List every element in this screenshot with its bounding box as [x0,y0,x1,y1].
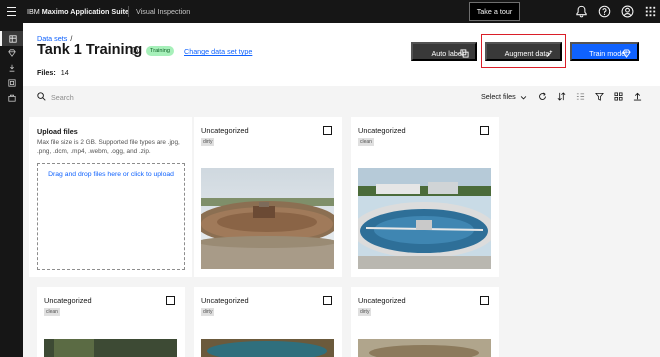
side-rail [0,23,23,357]
rail-item-edge[interactable] [0,90,23,105]
top-header: IBM Maximo Application Suite Visual Insp… [0,0,660,23]
grid-view-icon[interactable] [614,92,623,101]
upload-title: Upload files [37,127,78,136]
clean-clarifier-tank-image[interactable] [358,168,491,269]
model-icon [622,49,631,58]
train-model-button[interactable]: Train model [570,42,639,61]
dirty-clarifier-tank-image[interactable] [201,168,334,269]
card-label-tag: clean [358,138,374,146]
card-title: Uncategorized [201,296,249,305]
card-checkbox[interactable] [480,296,489,305]
card-title: Uncategorized [358,126,406,135]
image-card[interactable]: Uncategorized clean [351,117,499,277]
models-icon [7,48,16,57]
card-title: Uncategorized [44,296,92,305]
datasets-icon [8,34,17,43]
tank-image[interactable] [201,339,334,357]
refresh-icon[interactable] [538,92,547,101]
card-checkbox[interactable] [323,296,332,305]
select-files-label: Select files [481,92,516,101]
header-divider [128,6,129,17]
upload-description: Max file size is 2 GB. Supported file ty… [37,139,180,155]
product-name: Visual Inspection [136,7,191,16]
projects-icon [7,78,16,87]
upload-panel: Upload files Max file size is 2 GB. Supp… [29,117,192,277]
user-avatar-icon[interactable] [620,4,635,19]
card-label-tag: dirty [201,308,215,316]
dropzone[interactable]: Drag and drop files here or click to upl… [37,163,185,270]
notification-icon[interactable] [574,4,589,19]
card-title: Uncategorized [201,126,249,135]
page-title: Tank 1 Training [37,42,143,58]
toolbar: Select files [23,86,660,108]
app-brand[interactable]: IBM Maximo Application Suite [27,0,129,23]
auto-label-text: Auto label [431,49,464,58]
image-card[interactable]: Uncategorized dirty [194,117,342,277]
sort-icon[interactable] [557,92,566,101]
files-count-value: 14 [60,68,69,77]
group-icon[interactable] [576,92,585,101]
card-label-tag: clean [44,308,60,316]
tank-image[interactable] [358,339,491,357]
help-icon[interactable] [597,4,612,19]
dropzone-text: Drag and drop files here or click to upl… [48,171,174,178]
files-count: Files: 14 [37,68,69,77]
tank-image[interactable] [44,339,177,357]
deploy-icon [9,64,14,72]
filter-icon[interactable] [595,92,604,101]
app-switcher-icon[interactable] [643,4,658,19]
files-label: Files: [37,68,56,77]
rail-item-deploy[interactable] [0,60,23,75]
card-checkbox[interactable] [166,296,175,305]
info-icon[interactable] [130,47,138,55]
image-card[interactable]: Uncategorized dirty [351,287,499,357]
rail-item-projects[interactable] [0,75,23,90]
rail-item-models[interactable] [0,45,23,60]
copy-icon [460,49,469,58]
card-checkbox[interactable] [480,126,489,135]
search-input[interactable] [51,88,351,106]
chevron-down-icon [520,95,527,100]
edge-icon [7,94,16,102]
image-card[interactable]: Uncategorized clean [37,287,185,357]
change-dataset-type-link[interactable]: Change data set type [184,47,252,56]
take-tour-button[interactable]: Take a tour [469,2,520,21]
brand-name: Maximo Application Suite [41,7,129,16]
brand-prefix: IBM [27,7,40,16]
annotation-highlight [481,34,566,68]
auto-label-button[interactable]: Auto label [411,42,477,61]
upload-icon[interactable] [633,92,642,101]
card-checkbox[interactable] [323,126,332,135]
menu-icon[interactable] [0,0,23,23]
card-title: Uncategorized [358,296,406,305]
status-badge: Training [146,46,175,56]
search-icon [37,92,46,101]
image-card[interactable]: Uncategorized dirty [194,287,342,357]
select-files-dropdown[interactable]: Select files [481,86,527,108]
card-label-tag: dirty [201,138,215,146]
rail-item-datasets[interactable] [0,31,23,46]
card-label-tag: dirty [358,308,372,316]
